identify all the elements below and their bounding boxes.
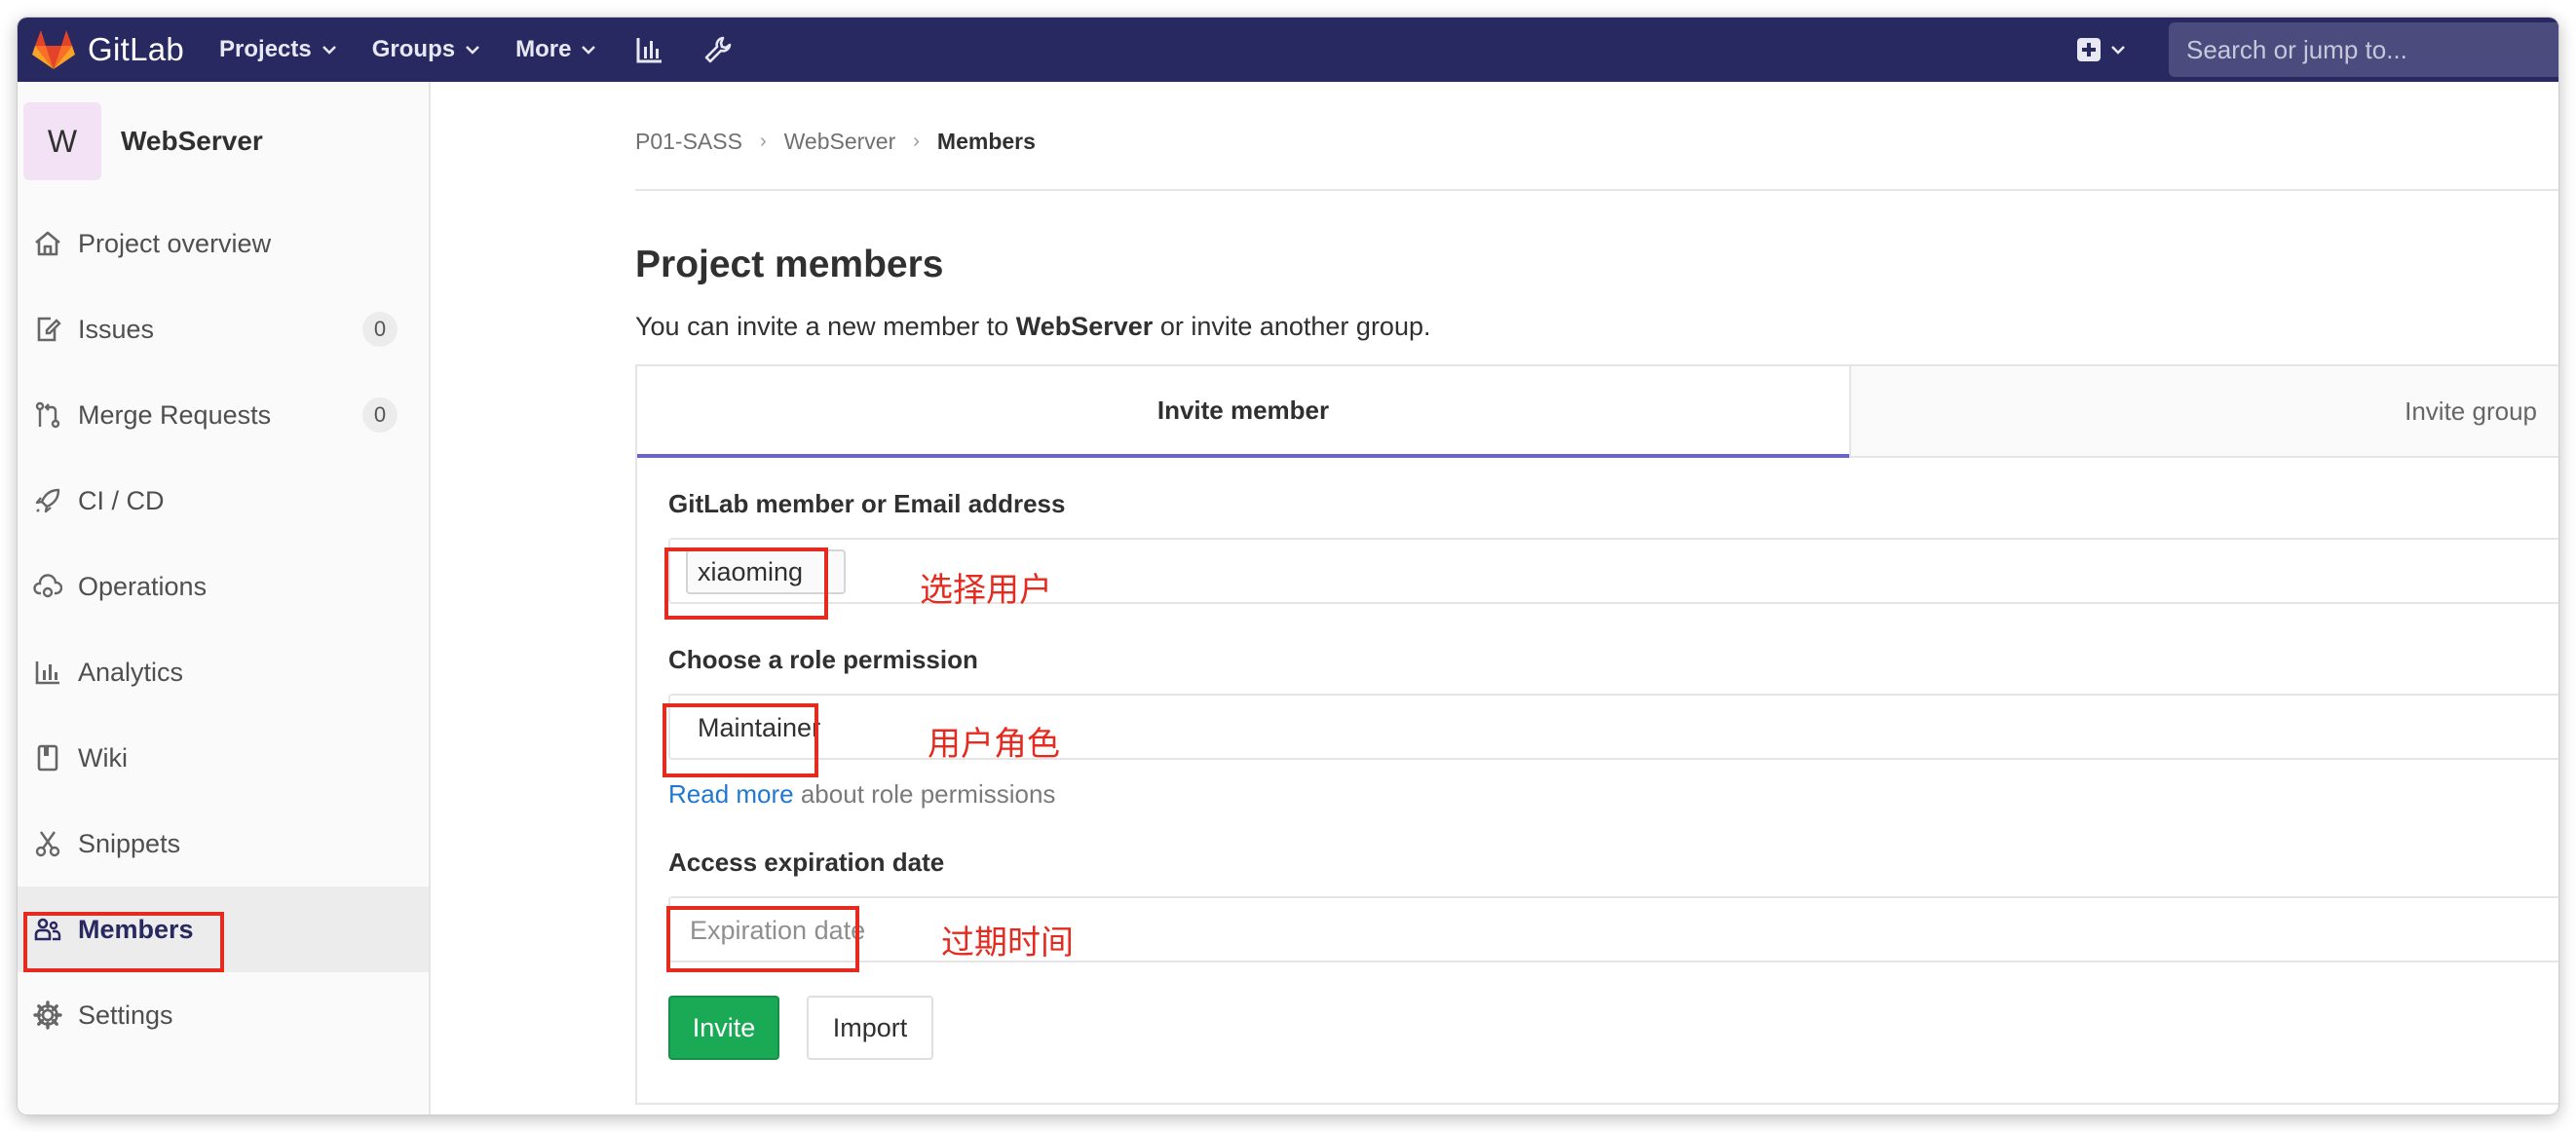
issues-count-badge: 0: [362, 312, 398, 347]
chevron-down-icon: [322, 46, 336, 55]
invite-panel: Invite member Invite group GitLab member…: [635, 364, 2558, 1105]
read-more-link[interactable]: Read more: [668, 779, 794, 809]
sidebar-item-wiki[interactable]: Wiki: [18, 715, 429, 801]
role-help-text: Read more about role permissions: [668, 779, 1055, 810]
chevron-right-icon: ›: [913, 131, 920, 152]
chevron-down-icon: [582, 46, 596, 55]
plus-square-icon: [2077, 38, 2101, 61]
rocket-icon: [31, 484, 64, 517]
sidebar-item-label: CI / CD: [78, 485, 165, 515]
sidebar-item-label: Merge Requests: [78, 399, 272, 430]
annotation-box-expiry: [666, 906, 859, 972]
sidebar-item-label: Analytics: [78, 657, 184, 687]
brand-name: GitLab: [88, 31, 185, 67]
search-placeholder: Search or jump to...: [2186, 34, 2407, 64]
invite-tabs: Invite member Invite group: [637, 366, 2558, 458]
chevron-down-icon: [2111, 46, 2125, 55]
cloud-gear-icon: [31, 570, 64, 603]
sidebar-item-analytics[interactable]: Analytics: [18, 629, 429, 715]
nav-projects-label: Projects: [219, 36, 312, 62]
breadcrumb-current[interactable]: Members: [937, 129, 1036, 155]
sidebar-item-merge-requests[interactable]: Merge Requests 0: [18, 372, 429, 458]
nav-more[interactable]: More: [515, 36, 596, 63]
invite-button[interactable]: Invite: [668, 996, 779, 1060]
breadcrumb-project[interactable]: WebServer: [784, 129, 896, 155]
sidebar-item-issues[interactable]: Issues 0: [18, 286, 429, 372]
sidebar-item-settings[interactable]: Settings: [18, 972, 429, 1058]
project-avatar: W: [23, 102, 101, 180]
annotation-select-user: 选择用户: [920, 571, 1052, 610]
wrench-icon[interactable]: [703, 35, 733, 64]
import-button[interactable]: Import: [807, 996, 933, 1060]
tab-invite-member[interactable]: Invite member: [637, 366, 1849, 458]
annotation-box-member: [664, 547, 828, 620]
sidebar-project-header[interactable]: W WebServer: [18, 82, 429, 201]
sidebar-item-operations[interactable]: Operations: [18, 544, 429, 629]
nav-projects[interactable]: Projects: [219, 36, 337, 63]
sidebar-item-label: Issues: [78, 314, 155, 344]
subtitle-project-name: WebServer: [1015, 312, 1154, 341]
new-item-dropdown[interactable]: [2077, 38, 2126, 61]
issues-icon: [31, 313, 64, 346]
top-navbar: GitLab Projects Groups More Search or ju…: [18, 18, 2558, 82]
sidebar-item-label: Snippets: [78, 828, 181, 858]
tab-invite-group[interactable]: Invite group: [1849, 366, 2558, 458]
breadcrumb: P01-SASS › WebServer › Members: [635, 129, 1036, 155]
sidebar-item-snippets[interactable]: Snippets: [18, 801, 429, 887]
sidebar-item-label: Project overview: [78, 228, 272, 258]
chart-icon: [31, 656, 64, 689]
scissors-icon: [31, 827, 64, 860]
annotation-expiry-time: 过期时间: [941, 924, 1074, 962]
page-subtitle: You can invite a new member to WebServer…: [635, 312, 1431, 342]
page-title: Project members: [635, 244, 944, 285]
chevron-down-icon: [466, 46, 479, 55]
sidebar-item-ci-cd[interactable]: CI / CD: [18, 458, 429, 544]
sidebar-item-label: Settings: [78, 1000, 173, 1030]
gear-icon: [31, 999, 64, 1032]
chevron-right-icon: ›: [759, 131, 767, 152]
nav-groups-label: Groups: [371, 36, 456, 62]
subtitle-text-pre: You can invite a new member to: [635, 312, 1016, 341]
role-field-label: Choose a role permission: [668, 645, 978, 674]
home-icon: [31, 227, 64, 260]
annotation-box-members: [23, 912, 224, 972]
subtitle-text-post: or invite another group.: [1153, 312, 1431, 341]
member-field-label: GitLab member or Email address: [668, 489, 1066, 518]
merge-request-icon: [31, 398, 64, 432]
gitlab-logo[interactable]: GitLab: [31, 28, 184, 71]
browser-window: GitLab Projects Groups More Search or ju…: [18, 18, 2558, 1114]
annotation-user-role: 用户角色: [928, 725, 1060, 764]
merge-requests-count-badge: 0: [362, 397, 398, 433]
search-input[interactable]: Search or jump to...: [2169, 22, 2558, 77]
project-name: WebServer: [121, 126, 263, 156]
nav-more-label: More: [515, 36, 572, 62]
nav-groups[interactable]: Groups: [372, 36, 480, 63]
analytics-icon[interactable]: [635, 35, 664, 64]
breadcrumb-group[interactable]: P01-SASS: [635, 129, 742, 155]
expiry-field-label: Access expiration date: [668, 848, 945, 877]
sidebar-item-label: Wiki: [78, 742, 128, 773]
annotation-box-role: [663, 703, 818, 777]
gitlab-fox-icon: [32, 30, 75, 69]
book-icon: [31, 741, 64, 774]
sidebar-item-project-overview[interactable]: Project overview: [18, 201, 429, 286]
sidebar-item-label: Operations: [78, 571, 208, 601]
read-more-suffix: about role permissions: [793, 779, 1056, 809]
breadcrumb-divider: [635, 189, 2558, 191]
